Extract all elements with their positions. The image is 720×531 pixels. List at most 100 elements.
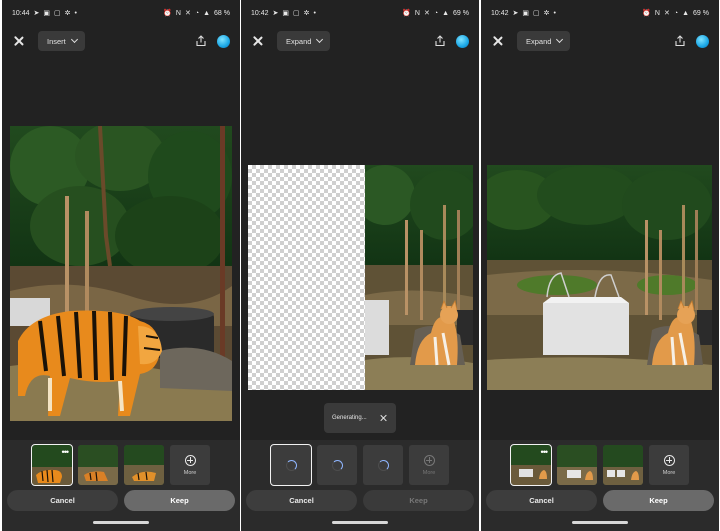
phone-screen-expand-generating: 10:42 ➤ ▣ ▢ ✲ • ⏰ N ✕ ◔ ▲ 69 % Expand Ge… — [241, 0, 479, 531]
status-time: 10:42 — [491, 9, 509, 17]
action-buttons: Cancel Keep — [2, 490, 240, 511]
loading-spinner — [377, 459, 389, 471]
image-canvas — [2, 56, 240, 440]
dot-icon: • — [553, 9, 556, 17]
keep-button[interactable]: Keep — [124, 490, 235, 511]
transparent-expand-area — [248, 165, 366, 390]
settings-icon: ✲ — [303, 9, 310, 17]
more-options-icon[interactable]: ••• — [541, 448, 549, 457]
cancel-button[interactable]: Cancel — [486, 490, 597, 511]
top-toolbar: Expand — [241, 26, 479, 56]
cancel-button[interactable]: Cancel — [7, 490, 118, 511]
cancel-button[interactable]: Cancel — [246, 490, 357, 511]
mode-dropdown[interactable]: Insert — [38, 31, 85, 51]
variation-thumbnail[interactable] — [78, 445, 118, 485]
plus-circle-icon — [184, 454, 196, 466]
status-bar: 10:42 ➤ ▣ ▢ ✲ • ⏰ N ✕ ◔ ▲ 69 % — [481, 0, 719, 26]
wifi-icon: ◔ — [673, 9, 679, 17]
share-icon[interactable] — [434, 35, 446, 47]
dot-icon: • — [313, 9, 316, 17]
battery-level: 69 % — [453, 9, 469, 17]
mode-label: Expand — [526, 36, 552, 46]
action-buttons: Cancel Keep — [481, 490, 719, 511]
generating-toast: Generating... — [324, 403, 396, 433]
mute-icon: ✕ — [184, 9, 191, 17]
more-variations-button[interactable]: More — [170, 445, 210, 485]
mode-dropdown[interactable]: Expand — [277, 31, 331, 51]
signal-icon: ▲ — [203, 9, 211, 17]
close-icon[interactable] — [380, 414, 388, 422]
original-image-cat[interactable] — [365, 165, 473, 390]
variations-tray: ••• More Cancel Keep — [2, 440, 240, 531]
close-icon[interactable] — [251, 34, 265, 48]
mute-icon: ✕ — [423, 9, 430, 17]
wifi-icon: ◔ — [194, 9, 200, 17]
mode-label: Expand — [286, 36, 312, 46]
phone-screen-insert: 10:44 ➤ ▣ ▢ ✲ • ⏰ N ✕ ◔ ▲ 68 % Insert ••… — [2, 0, 240, 531]
profile-avatar[interactable] — [696, 34, 709, 48]
keep-button[interactable]: Keep — [363, 490, 474, 511]
more-label: More — [422, 469, 436, 476]
variation-thumbnails: ••• More — [2, 444, 240, 487]
plus-circle-icon — [423, 454, 435, 466]
more-variations-button[interactable]: More — [649, 445, 689, 485]
mute-icon: ✕ — [663, 9, 670, 17]
variation-thumbnail[interactable] — [124, 445, 164, 485]
image-canvas — [481, 56, 719, 440]
profile-avatar[interactable] — [217, 34, 230, 48]
plus-circle-icon — [663, 454, 675, 466]
linkedin-icon: ▢ — [293, 9, 300, 17]
toast-text: Generating... — [332, 415, 367, 421]
notification-icon: ▣ — [282, 9, 290, 17]
alarm-icon: ⏰ — [642, 9, 651, 17]
telegram-icon: ➤ — [512, 9, 519, 17]
dot-icon: • — [74, 9, 77, 17]
variation-thumbnail-loading[interactable] — [270, 444, 312, 486]
status-time: 10:44 — [12, 9, 30, 17]
phone-screen-expand-result: 10:42 ➤ ▣ ▢ ✲ • ⏰ N ✕ ◔ ▲ 69 % Expand ••… — [481, 0, 719, 531]
battery-level: 69 % — [693, 9, 709, 17]
linkedin-icon: ▢ — [533, 9, 540, 17]
home-indicator[interactable] — [572, 521, 628, 524]
mode-label: Insert — [47, 36, 66, 46]
more-label: More — [183, 469, 197, 476]
telegram-icon: ➤ — [33, 9, 40, 17]
chevron-down-icon — [70, 35, 78, 44]
variation-thumbnail-loading[interactable] — [317, 445, 357, 485]
chevron-down-icon — [556, 35, 564, 44]
more-options-icon[interactable]: ••• — [62, 448, 70, 457]
nfc-icon: N — [175, 9, 181, 17]
more-label: More — [662, 469, 676, 476]
loading-spinner — [331, 459, 343, 471]
status-bar: 10:42 ➤ ▣ ▢ ✲ • ⏰ N ✕ ◔ ▲ 69 % — [241, 0, 479, 26]
nfc-icon: N — [654, 9, 660, 17]
variation-thumbnail-loading[interactable] — [363, 445, 403, 485]
expanded-image-result[interactable] — [487, 165, 712, 390]
signal-icon: ▲ — [682, 9, 690, 17]
telegram-icon: ➤ — [272, 9, 279, 17]
variation-thumbnail[interactable]: ••• — [31, 444, 73, 486]
alarm-icon: ⏰ — [402, 9, 411, 17]
keep-button[interactable]: Keep — [603, 490, 714, 511]
mode-dropdown[interactable]: Expand — [517, 31, 571, 51]
nfc-icon: N — [414, 9, 420, 17]
home-indicator[interactable] — [93, 521, 149, 524]
variation-thumbnails: More — [241, 444, 479, 487]
variation-thumbnail[interactable]: ••• — [510, 444, 552, 486]
status-bar: 10:44 ➤ ▣ ▢ ✲ • ⏰ N ✕ ◔ ▲ 68 % — [2, 0, 240, 26]
settings-icon: ✲ — [543, 9, 550, 17]
close-icon[interactable] — [491, 34, 505, 48]
chevron-down-icon — [316, 35, 324, 44]
share-icon[interactable] — [195, 35, 207, 47]
screenshot-collage: 10:44 ➤ ▣ ▢ ✲ • ⏰ N ✕ ◔ ▲ 68 % Insert ••… — [0, 0, 720, 531]
edited-image-tiger[interactable] — [10, 126, 232, 421]
home-indicator[interactable] — [332, 521, 388, 524]
variation-thumbnail[interactable] — [603, 445, 643, 485]
settings-icon: ✲ — [64, 9, 71, 17]
variation-thumbnail[interactable] — [557, 445, 597, 485]
profile-avatar[interactable] — [456, 34, 469, 48]
notification-icon: ▣ — [522, 9, 530, 17]
share-icon[interactable] — [674, 35, 686, 47]
close-icon[interactable] — [12, 34, 26, 48]
more-variations-button[interactable]: More — [409, 445, 449, 485]
